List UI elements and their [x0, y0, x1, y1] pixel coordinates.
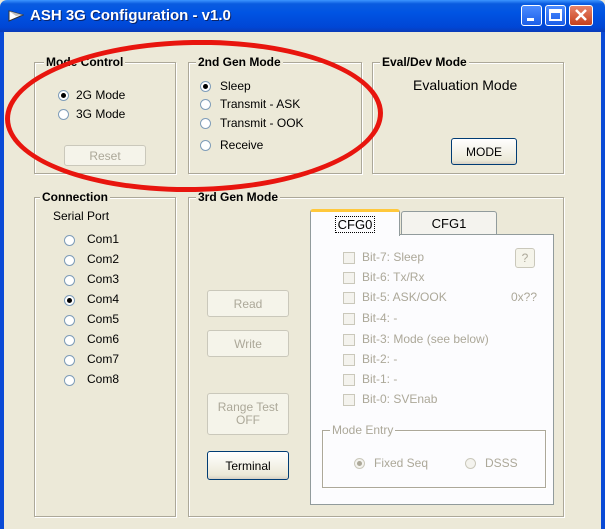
checkbox-bit7[interactable]: [343, 252, 355, 264]
close-icon: [575, 9, 587, 21]
terminal-button[interactable]: Terminal: [207, 451, 289, 480]
radio-fixed-seq[interactable]: [354, 458, 365, 469]
radio-com2[interactable]: [64, 255, 75, 266]
tab-cfg1-label: CFG1: [431, 216, 467, 231]
radio-com5[interactable]: [64, 315, 75, 326]
radio-fixed-seq-label: Fixed Seq: [374, 456, 429, 470]
radio-com4-label: Com4: [87, 292, 120, 306]
maximize-button[interactable]: [545, 5, 566, 26]
hex-value: 0x??: [511, 290, 538, 304]
radio-com6[interactable]: [64, 335, 75, 346]
radio-com8[interactable]: [64, 375, 75, 386]
maximize-icon: [549, 9, 562, 21]
radio-com3-label: Com3: [87, 272, 120, 286]
gen3-mode-label: 3rd Gen Mode: [196, 190, 281, 204]
minimize-icon: [527, 18, 534, 21]
window-frame-left: [0, 32, 4, 529]
radio-com7[interactable]: [64, 355, 75, 366]
write-button[interactable]: Write: [207, 330, 289, 357]
tab-cfg0[interactable]: CFG0: [310, 209, 400, 236]
checkbox-bit6[interactable]: [343, 272, 355, 284]
radio-com6-label: Com6: [87, 332, 120, 346]
checkbox-bit1[interactable]: [343, 374, 355, 386]
bit3-label: Bit-3: Mode (see below): [362, 332, 489, 346]
range-test-button[interactable]: Range Test OFF: [207, 393, 289, 435]
radio-dsss[interactable]: [465, 458, 476, 469]
radio-com1[interactable]: [64, 235, 75, 246]
radio-dsss-label: DSSS: [485, 456, 518, 470]
tab-cfg1[interactable]: CFG1: [401, 211, 497, 234]
bit1-label: Bit-1: -: [362, 372, 398, 386]
checkbox-bit2[interactable]: [343, 354, 355, 366]
bit0-label: Bit-0: SVEnab: [362, 392, 438, 406]
bit7-label: Bit-7: Sleep: [362, 250, 425, 264]
minimize-button[interactable]: [521, 5, 542, 26]
bit6-label: Bit-6: Tx/Rx: [362, 270, 425, 284]
bit2-label: Bit-2: -: [362, 352, 398, 366]
window-title: ASH 3G Configuration - v1.0: [30, 7, 231, 24]
radio-com7-label: Com7: [87, 352, 120, 366]
radio-com2-label: Com2: [87, 252, 120, 266]
serial-port-label: Serial Port: [53, 209, 110, 223]
radio-com4[interactable]: [64, 295, 75, 306]
radio-com5-label: Com5: [87, 312, 120, 326]
evaluation-mode-status: Evaluation Mode: [413, 77, 518, 93]
tab-cfg0-label: CFG0: [334, 216, 376, 233]
mode-button[interactable]: MODE: [451, 138, 517, 165]
bit5-label: Bit-5: ASK/OOK: [362, 290, 447, 304]
radio-com1-label: Com1: [87, 232, 120, 246]
app-icon: [8, 10, 24, 22]
checkbox-bit5[interactable]: [343, 292, 355, 304]
radio-com8-label: Com8: [87, 372, 120, 386]
close-button[interactable]: [569, 5, 593, 26]
radio-com3[interactable]: [64, 275, 75, 286]
help-button[interactable]: ?: [515, 248, 535, 268]
checkbox-bit3[interactable]: [343, 334, 355, 346]
window-frame-right: [601, 32, 605, 529]
bit4-label: Bit-4: -: [362, 311, 398, 325]
eval-dev-label: Eval/Dev Mode: [380, 55, 469, 69]
read-button[interactable]: Read: [207, 290, 289, 317]
checkbox-bit0[interactable]: [343, 394, 355, 406]
mode-entry-label: Mode Entry: [330, 423, 396, 437]
checkbox-bit4[interactable]: [343, 313, 355, 325]
connection-label: Connection: [40, 190, 110, 204]
